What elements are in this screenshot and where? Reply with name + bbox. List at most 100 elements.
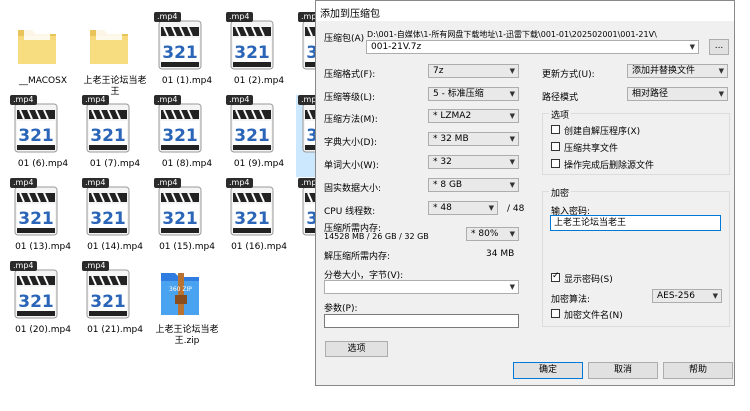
video-file-item[interactable]: 321 .mp4 01 (14).mp4 xyxy=(80,178,150,260)
video-file-icon: 321 xyxy=(86,269,130,319)
mp4-icon-text: 321 xyxy=(162,209,198,229)
folder-item[interactable]: __MACOSX xyxy=(8,12,78,94)
folder-icon xyxy=(18,26,56,64)
zip-file-item[interactable]: 360 ZIP 上老王论坛当老王.zip xyxy=(152,261,222,346)
archive-path-text: D:\001-自媒体\1-所有网盘下载地址\1-迅雷下载\001-01\2025… xyxy=(367,30,657,39)
update-select[interactable]: 添加并替换文件 ▼ xyxy=(627,64,728,78)
file-type-badge: .mp4 xyxy=(82,178,109,188)
split-select[interactable]: ▼ xyxy=(324,280,519,294)
video-file-icon: 321 xyxy=(14,186,58,236)
chevron-down-icon: ▼ xyxy=(509,283,515,291)
file-name: 01 (8).mp4 xyxy=(161,159,213,169)
archive-name-combo[interactable]: 001-21V.7z ▼ xyxy=(366,40,699,54)
format-label: 压缩格式(F): xyxy=(324,70,376,80)
format-value: 7z xyxy=(433,66,444,76)
video-file-item[interactable]: 321 .mp4 01 (1).mp4 xyxy=(152,12,222,94)
method-select[interactable]: * LZMA2 ▼ xyxy=(428,109,519,123)
show-password-checkbox[interactable] xyxy=(551,271,560,282)
video-file-icon: 321 xyxy=(14,269,58,319)
video-file-icon: 321 xyxy=(230,103,274,153)
dialog-titlebar[interactable]: 添加到压缩包 xyxy=(316,1,734,21)
level-select[interactable]: 5 - 标准压缩 ▼ xyxy=(428,87,519,101)
video-file-item[interactable]: 321 .mp4 01 (21).mp4 xyxy=(80,261,150,343)
shared-label: 压缩共享文件 xyxy=(564,144,619,154)
path-mode-select[interactable]: 相对路径 ▼ xyxy=(627,87,728,101)
mem-detail: 14528 MB / 26 GB / 32 GB xyxy=(324,232,429,241)
file-name: 01 (16).mp4 xyxy=(231,242,287,252)
file-type-badge: .mp4 xyxy=(226,95,253,105)
update-label: 更新方式(U): xyxy=(542,70,595,80)
dict-select[interactable]: * 32 MB ▼ xyxy=(428,132,519,146)
mp4-icon-text: 321 xyxy=(162,126,198,146)
video-file-item[interactable]: 321 .mp4 01 (15).mp4 xyxy=(152,178,222,260)
video-file-item[interactable]: 321 .mp4 01 (13).mp4 xyxy=(8,178,78,260)
file-type-badge: .mp4 xyxy=(10,261,37,271)
add-to-archive-dialog: 添加到压缩包 压缩包(A) D:\001-自媒体\1-所有网盘下载地址\1-迅雷… xyxy=(315,0,735,386)
mp4-icon-text: 321 xyxy=(234,43,270,63)
cpu-label: CPU 线程数: xyxy=(324,207,376,217)
delete-source-checkbox[interactable] xyxy=(551,159,560,168)
cpu-select[interactable]: * 48 ▼ xyxy=(428,201,498,215)
mp4-icon-text: 321 xyxy=(90,292,126,312)
format-select[interactable]: 7z ▼ xyxy=(428,64,519,78)
video-file-item[interactable]: 321 .mp4 01 (2).mp4 xyxy=(224,12,294,94)
video-file-item[interactable]: 321 .mp4 01 (6).mp4 xyxy=(8,95,78,177)
enc-method-select[interactable]: AES-256 ▼ xyxy=(652,289,722,303)
file-type-badge: .mp4 xyxy=(82,261,109,271)
show-password-label: 显示密码(S) xyxy=(564,275,613,285)
mp4-icon-text: 321 xyxy=(18,126,54,146)
archive-name-value: 001-21V.7z xyxy=(371,42,422,52)
video-file-icon: 321 xyxy=(158,103,202,153)
mp4-icon-text: 321 xyxy=(18,209,54,229)
video-file-icon: 321 xyxy=(158,186,202,236)
browse-button[interactable]: ... xyxy=(709,39,729,55)
video-file-item[interactable]: 321 .mp4 01 (16).mp4 xyxy=(224,178,294,260)
encrypt-names-checkbox[interactable] xyxy=(551,309,560,318)
file-name: 01 (7).mp4 xyxy=(89,159,141,169)
params-input[interactable] xyxy=(324,314,519,328)
video-file-item[interactable]: 321 .mp4 01 (7).mp4 xyxy=(80,95,150,177)
mp4-icon-text: 321 xyxy=(90,126,126,146)
options-button[interactable]: 选项 xyxy=(325,341,388,357)
level-label: 压缩等级(L): xyxy=(324,93,376,103)
chevron-down-icon: ▼ xyxy=(689,43,695,51)
file-type-badge: .mp4 xyxy=(82,95,109,105)
folder-item[interactable]: 上老王论坛当老王 xyxy=(80,12,150,97)
mp4-icon-text: 321 xyxy=(162,43,198,63)
demem-label: 解压缩所需内存: xyxy=(324,252,391,262)
sfx-checkbox[interactable] xyxy=(551,125,560,134)
params-label: 参数(P): xyxy=(324,304,358,314)
chevron-down-icon: ▼ xyxy=(509,112,515,120)
solid-select[interactable]: * 8 GB ▼ xyxy=(428,178,519,192)
level-value: 5 - 标准压缩 xyxy=(433,89,484,99)
cancel-button[interactable]: 取消 xyxy=(588,362,658,379)
file-name: 01 (2).mp4 xyxy=(233,76,285,86)
password-input[interactable]: 上老王论坛当老王 xyxy=(550,215,721,231)
video-file-item[interactable]: 321 .mp4 01 (20).mp4 xyxy=(8,261,78,343)
video-file-icon: 321 xyxy=(230,20,274,70)
enc-method-value: AES-256 xyxy=(657,291,695,301)
enc-method-label: 加密算法: xyxy=(551,295,591,305)
encrypt-names-label: 加密文件名(N) xyxy=(564,311,623,321)
solid-value: * 8 GB xyxy=(433,180,463,190)
help-button[interactable]: 帮助 xyxy=(663,362,733,379)
mp4-icon-text: 321 xyxy=(90,209,126,229)
file-type-badge: .mp4 xyxy=(226,178,253,188)
chevron-down-icon: ▼ xyxy=(718,67,724,75)
ok-button[interactable]: 确定 xyxy=(513,362,583,379)
mem-percent-select[interactable]: * 80% ▼ xyxy=(466,227,519,241)
chevron-down-icon: ▼ xyxy=(718,90,724,98)
method-value: * LZMA2 xyxy=(433,111,472,121)
video-file-item[interactable]: 321 .mp4 01 (8).mp4 xyxy=(152,95,222,177)
file-name: 01 (9).mp4 xyxy=(233,159,285,169)
video-file-item[interactable]: 321 .mp4 01 (9).mp4 xyxy=(224,95,294,177)
word-select[interactable]: * 32 ▼ xyxy=(428,155,519,169)
sfx-label: 创建自解压程序(X) xyxy=(564,127,641,137)
cpu-max: / 48 xyxy=(507,204,525,214)
file-type-badge: .mp4 xyxy=(154,12,181,22)
shared-checkbox[interactable] xyxy=(551,142,560,151)
video-file-icon: 321 xyxy=(86,103,130,153)
file-name: 01 (6).mp4 xyxy=(17,159,69,169)
update-value: 添加并替换文件 xyxy=(632,66,696,76)
file-name: 01 (15).mp4 xyxy=(159,242,215,252)
